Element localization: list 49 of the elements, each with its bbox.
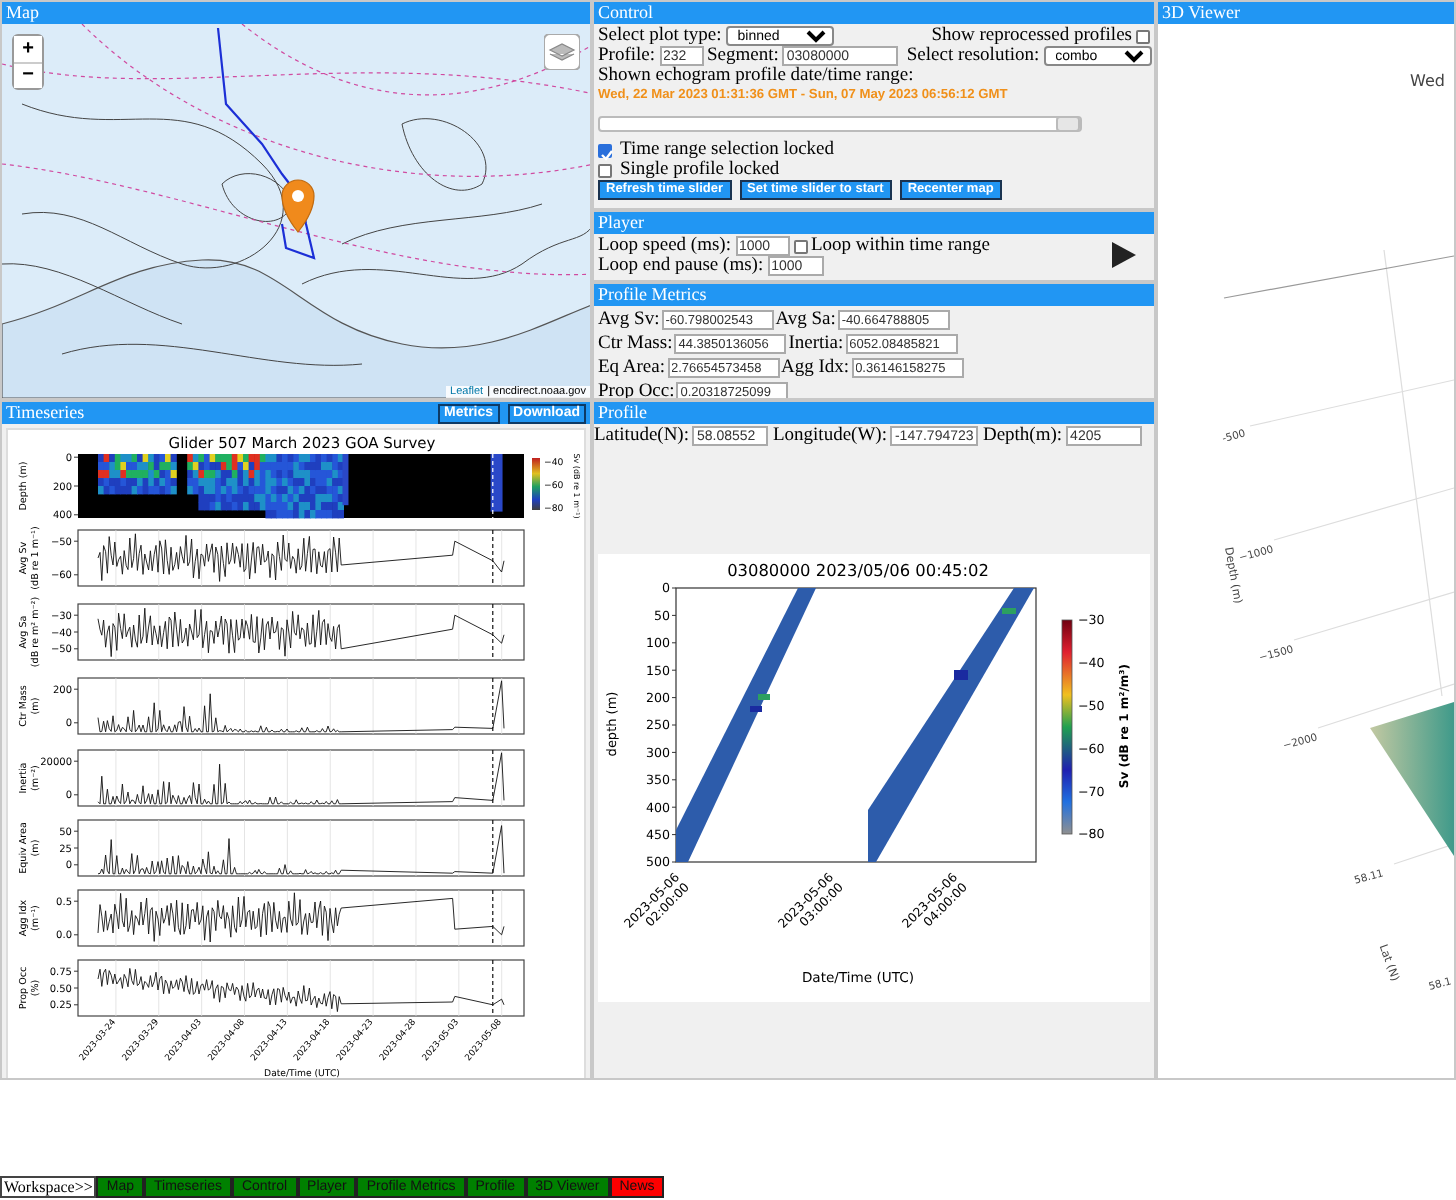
map-pin-icon xyxy=(281,179,315,233)
field-label: Avg Sv: xyxy=(598,309,660,331)
marker-line xyxy=(492,889,494,947)
marker-line xyxy=(492,603,494,661)
field-label: Segment: xyxy=(707,45,779,66)
layers-icon[interactable] xyxy=(544,34,580,70)
field-label: Latitude(N): xyxy=(594,425,689,447)
checkbox-label: Loop within time range xyxy=(811,235,990,257)
marker-line xyxy=(492,529,494,587)
field-label: Loop end pause (ms): xyxy=(598,255,764,277)
panel-title: Control xyxy=(598,2,654,24)
panel-title: Timeseries xyxy=(6,402,85,424)
panel-title: Player xyxy=(598,212,644,234)
checkbox-label: Time range selection locked xyxy=(620,139,835,160)
checkbox[interactable] xyxy=(598,163,612,177)
chart-title: 03080000 2023/05/06 00:45:02 xyxy=(727,560,989,580)
field-label: Ctr Mass: xyxy=(598,333,673,355)
panel-title: Profile Metrics xyxy=(598,284,707,306)
checkbox[interactable] xyxy=(1136,29,1150,43)
checkbox-label: Single profile locked xyxy=(620,159,780,181)
field-label: Avg Sa: xyxy=(775,309,836,331)
field-label: Select plot type: xyxy=(598,25,722,46)
grid-line xyxy=(1393,843,1454,865)
play-icon[interactable] xyxy=(1112,242,1136,268)
field-label: Agg Idx: xyxy=(781,357,850,379)
field-label: Profile: xyxy=(598,45,655,66)
field-label: Select resolution: xyxy=(906,45,1040,67)
slider-thumb[interactable] xyxy=(1056,116,1080,132)
zoom-out-button[interactable]: − xyxy=(14,62,42,88)
workspace-label: Workspace>> xyxy=(0,1176,97,1198)
marker-line xyxy=(492,453,494,519)
marker-line xyxy=(492,959,494,1017)
panel-title: Profile xyxy=(598,402,647,424)
field-label: Inertia: xyxy=(788,333,844,355)
checkbox[interactable] xyxy=(793,239,807,253)
field-label: Shown echogram profile date/time range: xyxy=(598,66,916,86)
plot-title: Wed xyxy=(1410,72,1445,90)
field-label: Loop speed (ms): xyxy=(598,235,731,256)
marker-line xyxy=(492,819,494,877)
panel-title: 3D Viewer xyxy=(1162,2,1241,24)
checkbox[interactable] xyxy=(598,143,612,157)
colorbar xyxy=(532,458,540,510)
panel-title: Map xyxy=(6,2,39,24)
field-label: Eq Area: xyxy=(598,357,666,379)
field-label: Show reprocessed profiles xyxy=(931,25,1132,46)
marker-line xyxy=(492,677,494,735)
field-label: Longitude(W): xyxy=(772,425,887,447)
field-label: Depth(m): xyxy=(982,425,1063,447)
marker-line xyxy=(492,749,494,807)
